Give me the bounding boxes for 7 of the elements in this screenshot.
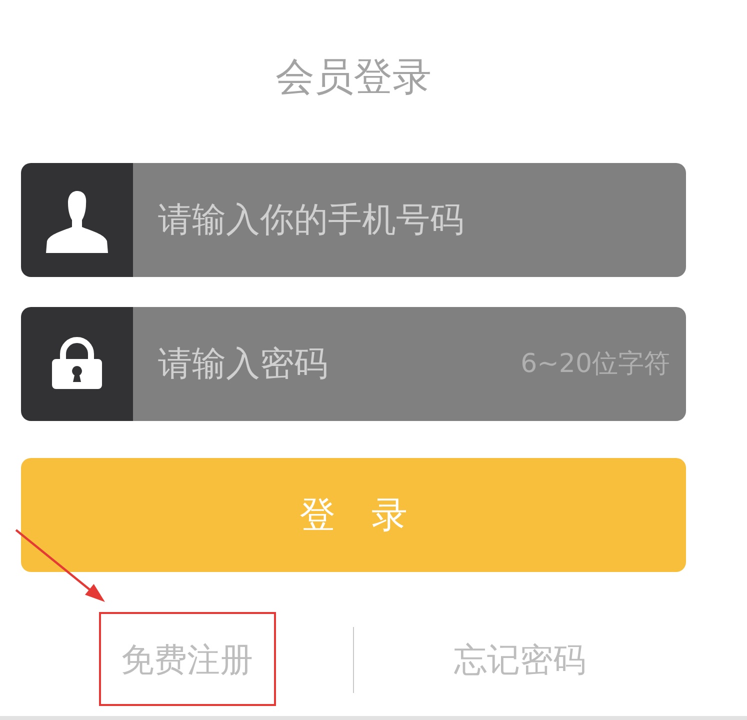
phone-field[interactable]: 请输入你的手机号码 — [133, 163, 686, 277]
forgot-password-link[interactable]: 忘记密码 — [454, 640, 586, 680]
login-title: 会员登录 — [274, 55, 432, 101]
register-link[interactable]: 免费注册 — [121, 640, 253, 680]
lock-icon — [21, 307, 133, 421]
login-button[interactable]: 登 录 — [21, 458, 686, 572]
user-icon — [21, 163, 133, 277]
